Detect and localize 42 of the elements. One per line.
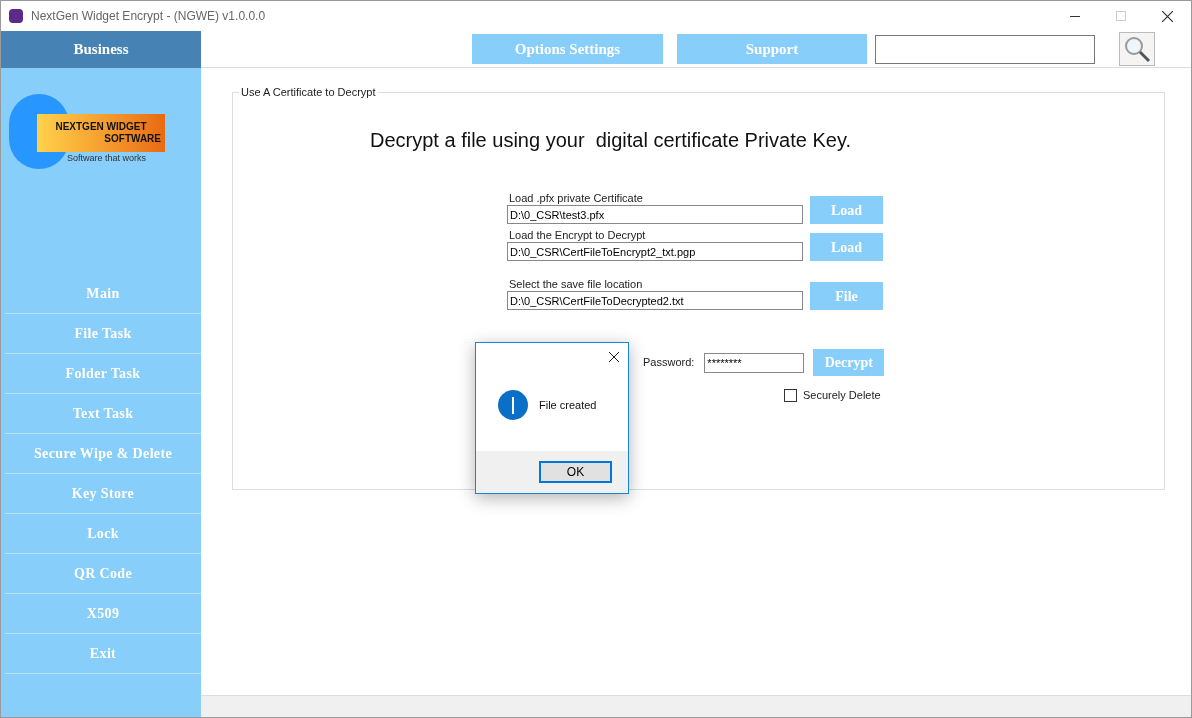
dialog-message: File created [539,397,597,413]
password-label: Password: [643,355,695,371]
browse-button[interactable]: Load [810,233,883,261]
search-field[interactable] [875,34,1095,64]
sidebar-item[interactable]: File Task [5,314,201,354]
path-field[interactable]: D:\0_CSR\CertFileToDecrypted2.txt [507,291,803,310]
close-icon[interactable] [1162,10,1173,22]
logo-text: SOFTWARE [104,133,161,145]
field-label: Load the Encrypt to Decrypt [509,228,647,242]
logo-text: NEXTGEN WIDGET [55,121,147,133]
field-label: Load .pfx private Certificate [509,191,644,205]
info-icon [498,390,528,420]
group-title: Use A Certificate to Decrypt [239,86,378,99]
logo-tagline: Software that works [67,153,147,164]
sidebar-item[interactable]: QR Code [5,554,201,594]
close-icon[interactable] [609,352,619,362]
app-icon [9,9,23,23]
sidebar-item[interactable]: Exit [5,634,201,674]
sidebar-item[interactable]: Secure Wipe & Delete [5,434,201,474]
sidebar-item[interactable]: Main [5,274,201,314]
window-title: NextGen Widget Encrypt - (NGWE) v1.0.0.0 [31,8,266,25]
sidebar-item[interactable]: Lock [5,514,201,554]
path-field[interactable]: D:\0_CSR\test3.pfx [507,205,803,224]
decrypt-button[interactable]: Decrypt [813,349,885,376]
sidebar-item[interactable]: Folder Task [5,354,201,394]
browse-button[interactable]: File [810,282,883,310]
field-label: Select the save file location [509,277,644,291]
search-button[interactable] [1119,32,1155,66]
password-field[interactable]: ******** [704,352,805,373]
sidebar-item[interactable]: X509 [5,594,201,634]
search-icon [1123,35,1151,63]
sidebar-header: Business [1,31,201,68]
sidebar-item[interactable]: Key Store [5,474,201,514]
ok-button[interactable]: OK [539,461,612,483]
toolbar-button[interactable]: Support [677,34,867,64]
securely-delete-checkbox[interactable] [784,388,797,402]
sidebar-item[interactable]: Text Task [5,394,201,434]
browse-button[interactable]: Load [810,196,883,224]
heading: Decrypt a file using your digital certificate Private Key. [370,128,852,153]
path-field[interactable]: D:\0_CSR\CertFileToEncrypt2_txt.pgp [507,242,803,261]
checkbox-label: Securely Delete [803,388,881,403]
toolbar-button[interactable]: Options Settings [472,34,663,64]
